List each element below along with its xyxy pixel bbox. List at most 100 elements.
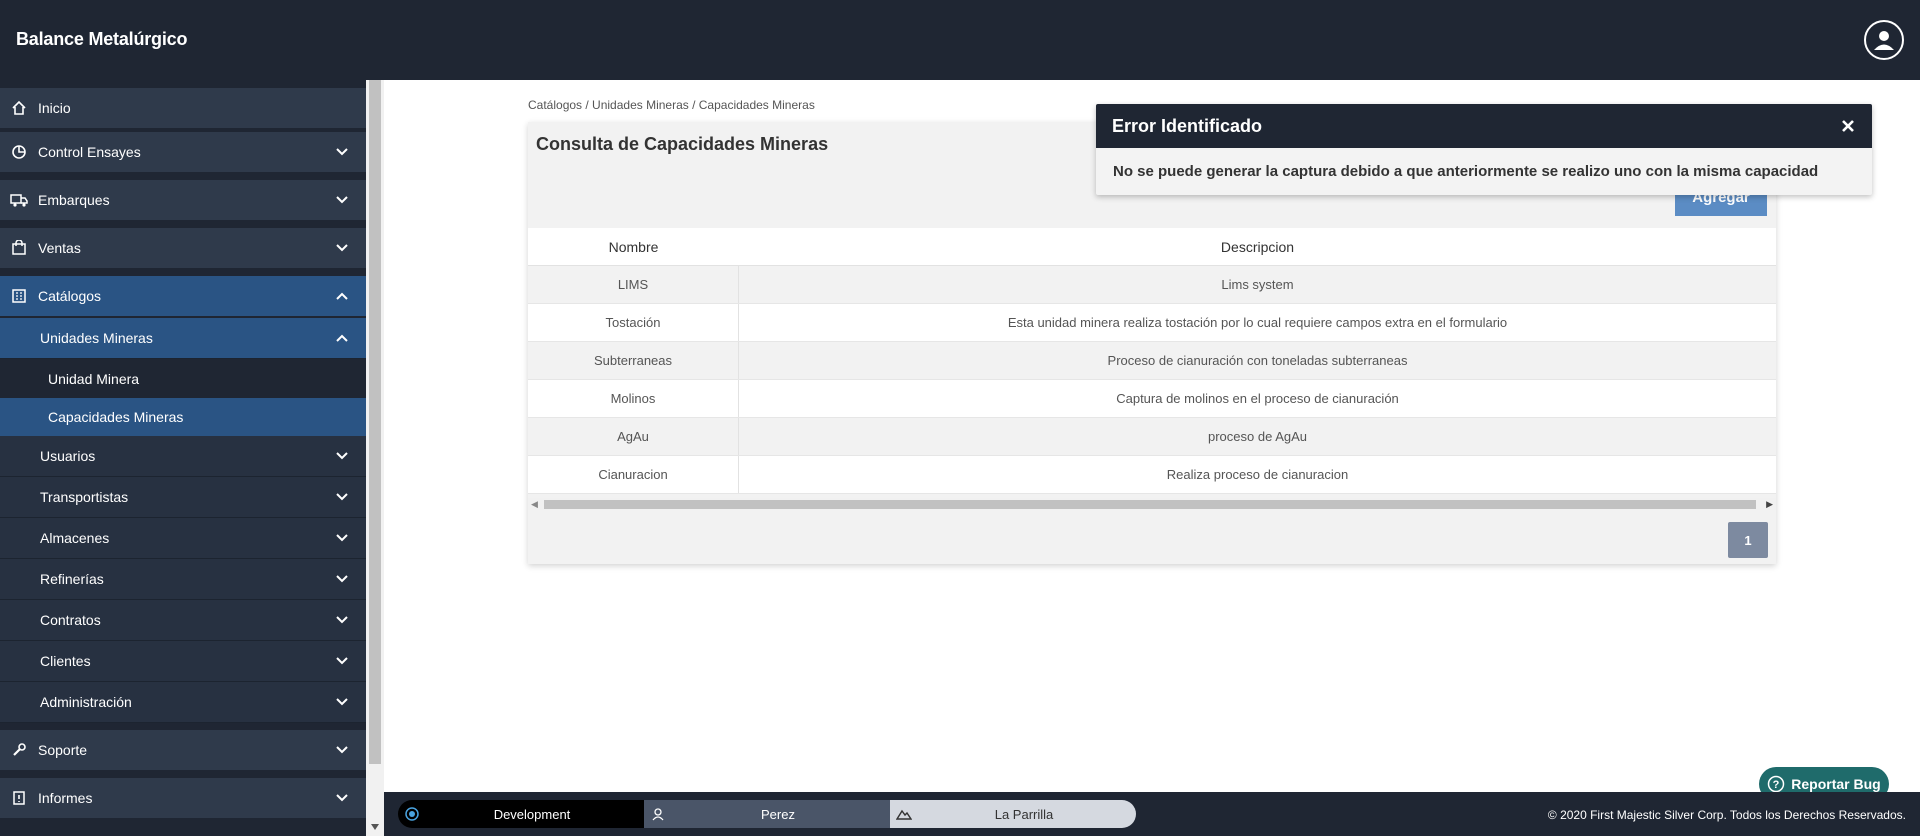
sidebar-item-label: Usuarios: [40, 448, 96, 464]
sidebar-item-label: Unidad Minera: [48, 371, 140, 387]
close-icon[interactable]: [1840, 118, 1856, 134]
sidebar-item-ventas[interactable]: Ventas: [0, 228, 366, 268]
column-header-nombre[interactable]: Nombre: [528, 228, 739, 265]
table-row[interactable]: LIMS Lims system: [528, 266, 1776, 304]
sidebar-item-contratos[interactable]: Contratos: [0, 600, 366, 641]
wrench-icon: [8, 739, 30, 761]
sidebar-item-usuarios[interactable]: Usuarios: [0, 436, 366, 477]
user-label: Perez: [761, 806, 795, 822]
truck-icon: [8, 189, 30, 211]
sidebar-item-label: Capacidades Mineras: [48, 409, 184, 425]
user-icon: [1874, 31, 1894, 50]
sidebar-item-transportistas[interactable]: Transportistas: [0, 477, 366, 518]
environment-label: Development: [493, 806, 571, 822]
top-bar: Balance Metalúrgico: [0, 0, 1920, 80]
sidebar-item-label: Almacenes: [40, 530, 110, 546]
sidebar-item-clientes[interactable]: Clientes: [0, 641, 366, 682]
sidebar-item-almacenes[interactable]: Almacenes: [0, 518, 366, 559]
table-row[interactable]: Cianuracion Realiza proceso de cianuraci…: [528, 456, 1776, 494]
sidebar-item-label: Soporte: [38, 742, 88, 758]
chart-pie-icon: [8, 141, 30, 163]
user-indicator: Perez: [644, 800, 890, 828]
cell-descripcion: Captura de molinos en el proceso de cian…: [1116, 391, 1399, 406]
sidebar-item-refinerias[interactable]: Refinerías: [0, 559, 366, 600]
footer: Development Perez La Parrilla © 2020 Fir…: [384, 792, 1920, 836]
toast-title: Error Identificado: [1112, 115, 1263, 136]
column-header-descripcion[interactable]: Descripcion: [739, 228, 1776, 265]
report-bug-label: Reportar Bug: [1791, 776, 1881, 792]
scroll-down-arrow-icon[interactable]: [368, 820, 382, 834]
scroll-right-arrow-icon[interactable]: ▶: [1766, 499, 1773, 510]
chevron-down-icon: [332, 446, 352, 466]
page-title: Consulta de Capacidades Mineras: [536, 134, 829, 154]
chevron-down-icon: [332, 788, 352, 808]
error-toast: Error Identificado No se puede generar l…: [1096, 104, 1872, 195]
cell-nombre: AgAu: [528, 418, 739, 455]
table-scrollbar-thumb[interactable]: [544, 500, 1756, 509]
site-indicator: La Parrilla: [890, 800, 1136, 828]
sidebar-item-label: Transportistas: [40, 489, 129, 505]
chevron-down-icon: [332, 528, 352, 548]
sidebar-item-soporte[interactable]: Soporte: [0, 730, 366, 770]
sidebar-item-informes[interactable]: Informes: [0, 778, 366, 818]
sidebar-item-label: Informes: [38, 790, 93, 806]
user-avatar-button[interactable]: [1864, 20, 1904, 60]
mountain-icon: [896, 806, 912, 822]
sidebar-item-catalogos[interactable]: Catálogos: [0, 276, 366, 316]
sidebar-scrollbar-thumb[interactable]: [369, 80, 381, 764]
chevron-down-icon: [332, 651, 352, 671]
sidebar-item-inicio[interactable]: Inicio: [0, 88, 366, 128]
cell-descripcion: Realiza proceso de cianuracion: [1166, 467, 1349, 482]
sidebar-item-label: Inicio: [38, 100, 71, 116]
sidebar-item-control-ensayes[interactable]: Control Ensayes: [0, 132, 366, 172]
cell-descripcion: Esta unidad minera realiza tostación por…: [1007, 315, 1508, 330]
environment-indicator: Development: [398, 800, 644, 828]
chevron-down-icon: [332, 740, 352, 760]
chevron-down-icon: [332, 610, 352, 630]
sidebar-item-unidad-minera[interactable]: Unidad Minera: [0, 360, 366, 398]
table-horizontal-scrollbar[interactable]: ◀ ▶: [528, 498, 1776, 510]
sidebar-item-capacidades-mineras[interactable]: Capacidades Mineras: [0, 398, 366, 436]
sidebar-item-label: Administración: [40, 694, 132, 710]
sidebar-item-label: Refinerías: [40, 571, 104, 587]
sidebar-item-label: Clientes: [40, 653, 91, 669]
table-row[interactable]: Molinos Captura de molinos en el proceso…: [528, 380, 1776, 418]
sidebar-item-label: Ventas: [38, 240, 81, 256]
site-label: La Parrilla: [994, 806, 1054, 822]
toast-message: No se puede generar la captura debido a …: [1113, 163, 1819, 180]
table-row[interactable]: Subterraneas Proceso de cianuración con …: [528, 342, 1776, 380]
sidebar-item-label: Unidades Mineras: [40, 330, 153, 346]
cell-nombre: Cianuracion: [528, 456, 739, 493]
catalog-icon: [8, 285, 30, 307]
cell-descripcion: Proceso de cianuración con toneladas sub…: [1107, 353, 1408, 368]
sidebar-item-administracion[interactable]: Administración: [0, 682, 366, 723]
shopping-bag-icon: [8, 237, 30, 259]
chevron-down-icon: [332, 569, 352, 589]
table-row[interactable]: AgAu proceso de AgAu: [528, 418, 1776, 456]
help-circle-icon: ?: [1768, 775, 1785, 793]
cell-descripcion: proceso de AgAu: [1207, 429, 1308, 444]
user-icon: [650, 806, 666, 822]
table-header: Nombre Descripcion: [528, 228, 1776, 266]
cell-nombre: LIMS: [528, 266, 739, 303]
report-icon: [8, 787, 30, 809]
sidebar-item-label: Contratos: [40, 612, 101, 628]
environment-dot-icon: [404, 806, 420, 822]
sidebar: Inicio Control Ensayes Embarques Ventas …: [0, 80, 366, 836]
toast-header: Error Identificado: [1096, 104, 1872, 148]
chevron-down-icon: [332, 487, 352, 507]
sidebar-item-label: Catálogos: [38, 288, 102, 304]
cell-nombre: Molinos: [528, 380, 739, 417]
pagination-page-button[interactable]: 1: [1728, 522, 1768, 558]
chevron-down-icon: [332, 142, 352, 162]
app-title: Balance Metalúrgico: [16, 29, 188, 49]
sidebar-item-unidades-mineras[interactable]: Unidades Mineras: [0, 318, 366, 359]
sidebar-item-label: Control Ensayes: [38, 144, 141, 160]
chevron-down-icon: [332, 190, 352, 210]
scroll-left-arrow-icon[interactable]: ◀: [531, 499, 538, 510]
home-icon: [8, 97, 30, 119]
cell-nombre: Subterraneas: [528, 342, 739, 379]
sidebar-item-embarques[interactable]: Embarques: [0, 180, 366, 220]
chevron-down-icon: [332, 238, 352, 258]
table-row[interactable]: Tostación Esta unidad minera realiza tos…: [528, 304, 1776, 342]
